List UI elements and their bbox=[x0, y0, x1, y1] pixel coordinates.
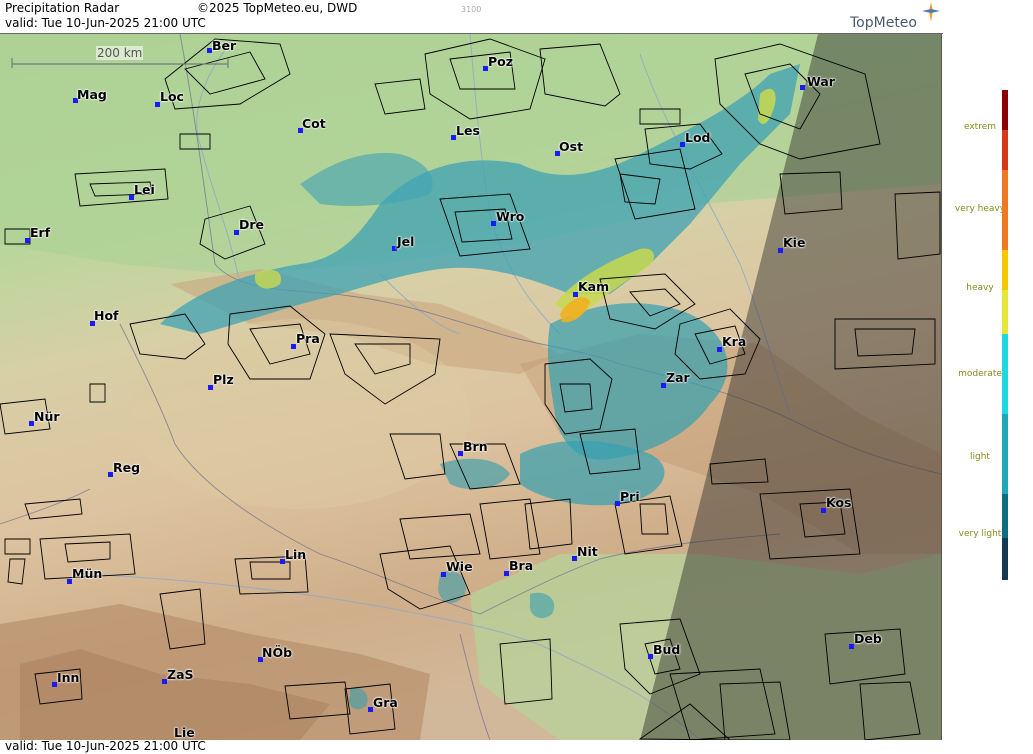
city-label: Inn bbox=[57, 670, 80, 685]
city-label: Erf bbox=[30, 225, 51, 240]
city-label: Les bbox=[456, 123, 480, 138]
header-bar: Precipitation Radar ©2025 TopMeteo.eu, D… bbox=[0, 0, 943, 34]
legend-swatch bbox=[1002, 494, 1008, 538]
city-label: Loc bbox=[160, 89, 184, 104]
legend-swatch bbox=[1002, 170, 1008, 250]
city-label: Wie bbox=[446, 559, 473, 574]
legend-swatch bbox=[1002, 130, 1008, 170]
city-label: War bbox=[807, 74, 835, 89]
city-label: Reg bbox=[113, 460, 141, 475]
city-label: Zar bbox=[666, 370, 690, 385]
radar-map[interactable]: 200 km Ber Poz War Mag Loc Cot Les Lod O… bbox=[0, 34, 942, 740]
map-code: 3100 bbox=[461, 5, 482, 14]
city-label: Dre bbox=[239, 217, 265, 232]
city-label: NÖb bbox=[262, 645, 293, 660]
city-label: Cot bbox=[302, 116, 326, 131]
city-label: Bud bbox=[653, 642, 681, 657]
city-label: Lei bbox=[134, 182, 155, 197]
legend-swatch bbox=[1002, 290, 1008, 334]
compass-logo-icon bbox=[922, 2, 940, 25]
map-canvas bbox=[0, 34, 941, 740]
legend-swatch bbox=[1002, 414, 1008, 494]
legend-swatch bbox=[1002, 334, 1008, 414]
city-label: Plz bbox=[213, 372, 234, 387]
legend-swatch bbox=[1002, 90, 1008, 130]
city-label: Pri bbox=[620, 489, 640, 504]
brand-logo-text: TopMeteo bbox=[850, 15, 917, 31]
city-label: Mün bbox=[72, 566, 103, 581]
intensity-legend: extrem very heavy heavy moderate light v… bbox=[943, 0, 1033, 754]
city-label: Wro bbox=[496, 209, 525, 224]
city-label: Kos bbox=[826, 495, 852, 510]
legend-swatch bbox=[1002, 538, 1008, 580]
city-label: Pra bbox=[296, 331, 320, 346]
city-label: Bra bbox=[509, 558, 534, 573]
city-label: Kie bbox=[783, 235, 806, 250]
city-label: Lie bbox=[174, 725, 195, 740]
city-marker bbox=[800, 85, 805, 90]
valid-time-top: valid: Tue 10-Jun-2025 21:00 UTC bbox=[5, 16, 206, 30]
city-label: Brn bbox=[463, 439, 488, 454]
legend-swatch bbox=[1002, 250, 1008, 290]
city-label: ZaS bbox=[167, 667, 194, 682]
city-label: Lin bbox=[285, 547, 307, 562]
scale-bar-label: 200 km bbox=[96, 46, 144, 60]
city-label: Mag bbox=[77, 87, 107, 102]
city-label: Jel bbox=[397, 234, 415, 249]
city-label: Nit bbox=[577, 544, 598, 559]
bohemian-basin bbox=[130, 319, 470, 509]
city-label: Ber bbox=[212, 38, 237, 53]
valid-time-bottom: valid: Tue 10-Jun-2025 21:00 UTC bbox=[5, 739, 206, 753]
city-label: Gra bbox=[373, 695, 398, 710]
city-label: Kam bbox=[578, 279, 610, 294]
city-label: Deb bbox=[854, 631, 882, 646]
city-label: Nür bbox=[34, 409, 60, 424]
city-label: Ost bbox=[559, 139, 584, 154]
city-label: Hof bbox=[94, 308, 119, 323]
map-title: Precipitation Radar bbox=[5, 1, 120, 15]
copyright-text: ©2025 TopMeteo.eu, DWD bbox=[197, 1, 358, 15]
city-label: Lod bbox=[685, 130, 711, 145]
city-label: Kra bbox=[722, 334, 747, 349]
city-label: Poz bbox=[488, 54, 514, 69]
footer-bar: valid: Tue 10-Jun-2025 21:00 UTC bbox=[0, 739, 943, 754]
